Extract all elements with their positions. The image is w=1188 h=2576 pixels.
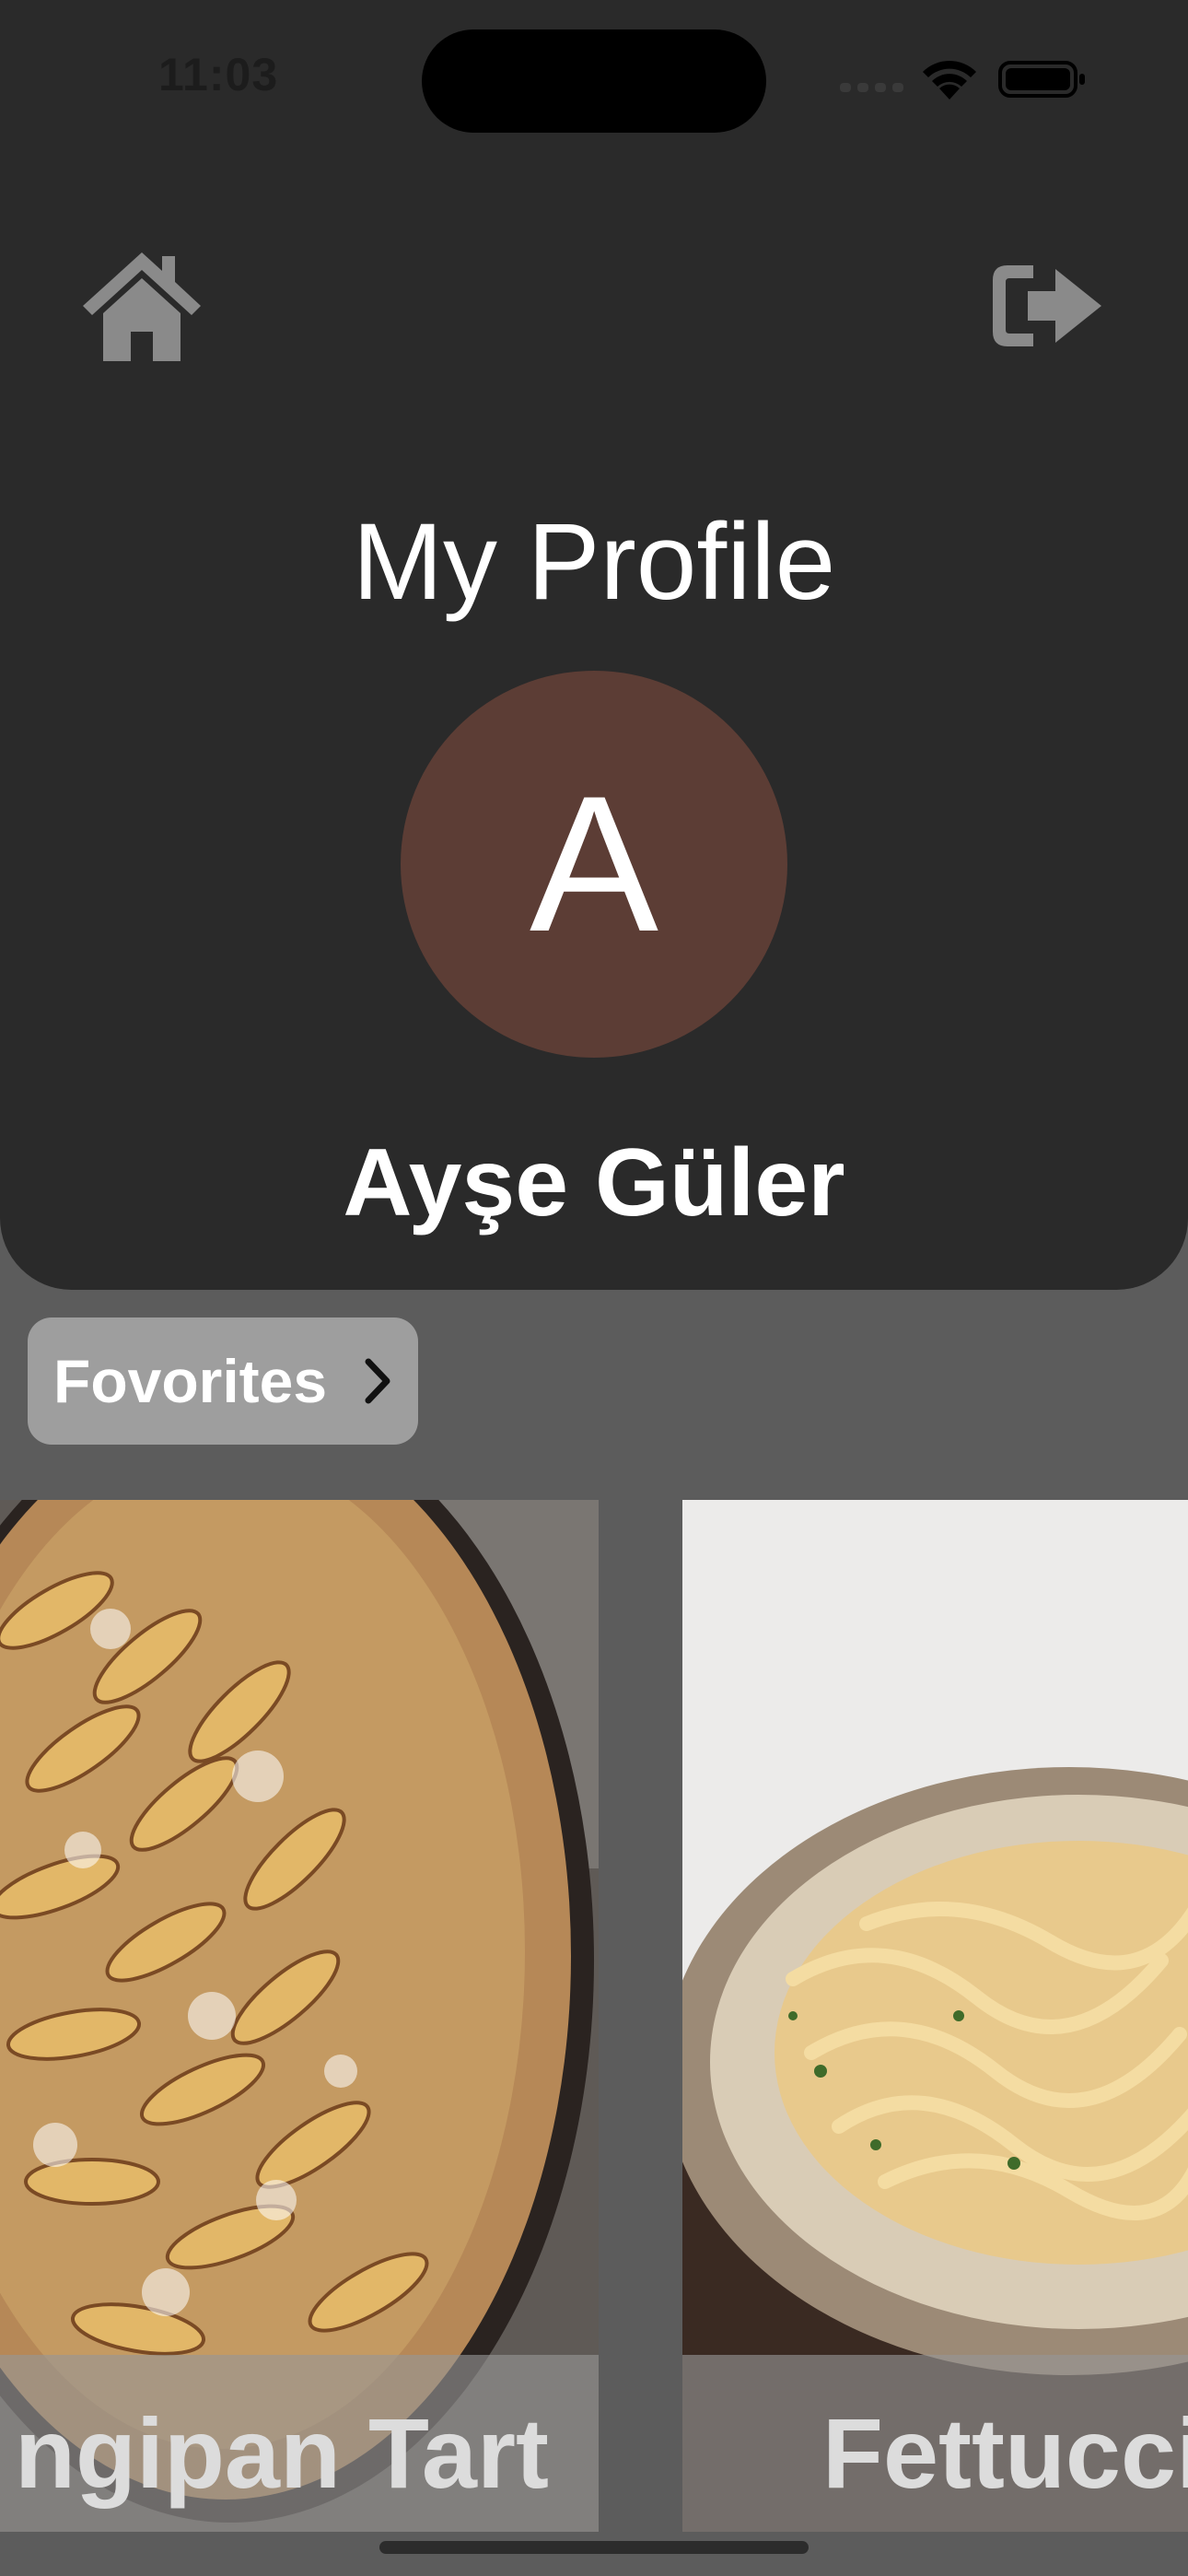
wifi-icon <box>923 60 976 100</box>
profile-header <box>0 0 1188 1290</box>
logout-icon[interactable] <box>987 258 1105 354</box>
favorite-title: Fettucci <box>822 2397 1188 2509</box>
favorite-caption-bar: ngipan Tart <box>0 2355 599 2532</box>
avatar: A <box>401 671 787 1058</box>
home-indicator <box>379 2541 809 2554</box>
favorite-card-tart[interactable]: ngipan Tart <box>0 1500 599 2532</box>
avatar-initial: A <box>529 755 659 972</box>
cellular-signal-icon <box>840 83 903 92</box>
page-title: My Profile <box>352 501 836 623</box>
favorites-label: Fovorites <box>53 1347 328 1415</box>
battery-icon <box>998 61 1085 98</box>
favorites-button[interactable]: Fovorites <box>28 1317 418 1445</box>
dynamic-island <box>422 29 766 133</box>
status-time: 11:03 <box>158 49 279 100</box>
chevron-right-icon <box>365 1358 390 1404</box>
home-icon[interactable] <box>79 245 204 365</box>
favorite-card-fettuccine[interactable]: Fettucci <box>682 1500 1188 2532</box>
user-name: Ayşe Güler <box>343 1130 845 1236</box>
favorite-caption-bar: Fettucci <box>682 2355 1188 2532</box>
favorite-title: ngipan Tart <box>15 2397 549 2509</box>
